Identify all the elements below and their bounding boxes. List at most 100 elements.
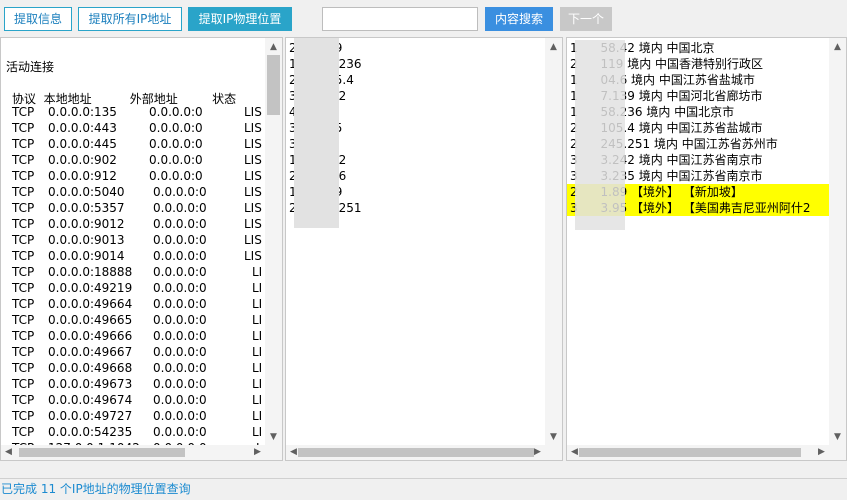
protocol-cell: TCP xyxy=(12,425,35,439)
scroll-up-icon[interactable]: ▲ xyxy=(546,40,561,54)
remote-address-cell: 0.0.0.0:0 xyxy=(153,265,207,279)
remote-address-cell: 0.0.0.0:0 xyxy=(153,233,207,247)
scroll-down-icon[interactable]: ▼ xyxy=(830,430,845,444)
next-button[interactable]: 下一个 xyxy=(560,7,612,31)
state-cell: LIS xyxy=(244,121,262,135)
protocol-cell: TCP xyxy=(12,217,35,231)
location-hscrollbar[interactable]: ◀ ▶ xyxy=(567,445,829,460)
state-cell: LIS xyxy=(244,137,262,151)
scroll-right-icon[interactable]: ▶ xyxy=(530,445,545,459)
state-cell: LI xyxy=(252,393,263,407)
protocol-cell: TCP xyxy=(12,393,35,407)
protocol-cell: TCP xyxy=(12,329,35,343)
extract-all-ips-button[interactable]: 提取所有IP地址 xyxy=(78,7,182,31)
local-address-cell: 0.0.0.0:902 xyxy=(48,153,117,167)
protocol-cell: TCP xyxy=(12,201,35,215)
scroll-thumb[interactable] xyxy=(267,55,280,115)
remote-address-cell: 0.0.0.0:0 xyxy=(149,137,203,151)
remote-address-cell: 0.0.0.0:0 xyxy=(149,121,203,135)
state-cell: LI xyxy=(252,329,263,343)
remote-address-cell: 0.0.0.0:0 xyxy=(149,169,203,183)
search-input[interactable] xyxy=(322,7,478,31)
ip-list-vscrollbar[interactable]: ▲ ▼ xyxy=(545,38,562,446)
scroll-thumb[interactable] xyxy=(19,448,185,457)
local-address-cell: 0.0.0.0:5357 xyxy=(48,201,125,215)
scroll-right-icon[interactable]: ▶ xyxy=(250,445,265,459)
remote-address-cell: 0.0.0.0:0 xyxy=(153,201,207,215)
remote-address-cell: 0.0.0.0:0 xyxy=(153,409,207,423)
remote-address-cell: 0.0.0.0:0 xyxy=(153,345,207,359)
state-cell: LIS xyxy=(244,201,262,215)
protocol-cell: TCP xyxy=(12,313,35,327)
protocol-cell: TCP xyxy=(12,345,35,359)
scroll-down-icon[interactable]: ▼ xyxy=(546,430,561,444)
connections-title: 活动连接 xyxy=(6,60,55,74)
local-address-cell: 0.0.0.0:49673 xyxy=(48,377,133,391)
state-cell: LI xyxy=(252,409,263,423)
protocol-cell: TCP xyxy=(12,281,35,295)
protocol-cell: TCP xyxy=(12,137,35,151)
scroll-right-icon[interactable]: ▶ xyxy=(814,445,829,459)
local-address-cell: 0.0.0.0:445 xyxy=(48,137,117,151)
remote-address-cell: 0.0.0.0:0 xyxy=(153,361,207,375)
remote-address-cell: 0.0.0.0:0 xyxy=(153,425,207,439)
state-cell: LIS xyxy=(244,169,262,183)
local-address-cell: 0.0.0.0:135 xyxy=(48,105,117,119)
protocol-cell: TCP xyxy=(12,249,35,263)
scroll-corner xyxy=(545,445,562,460)
scroll-up-icon[interactable]: ▲ xyxy=(266,40,281,54)
protocol-cell: TCP xyxy=(12,361,35,375)
local-address-cell: 0.0.0.0:18888 xyxy=(48,265,133,279)
extract-info-button[interactable]: 提取信息 xyxy=(4,7,72,31)
protocol-cell: TCP xyxy=(12,169,35,183)
protocol-cell: TCP xyxy=(12,121,35,135)
local-address-cell: 0.0.0.0:49666 xyxy=(48,329,133,343)
remote-address-cell: 0.0.0.0:0 xyxy=(153,377,207,391)
ip-list-hscrollbar[interactable]: ◀ ▶ xyxy=(286,445,545,460)
scroll-up-icon[interactable]: ▲ xyxy=(830,40,845,54)
remote-address-cell: 0.0.0.0:0 xyxy=(153,297,207,311)
local-address-cell: 0.0.0.0:49219 xyxy=(48,281,133,295)
local-address-cell: 0.0.0.0:49727 xyxy=(48,409,133,423)
state-cell: LI xyxy=(252,265,263,279)
scroll-thumb[interactable] xyxy=(298,448,534,457)
scroll-down-icon[interactable]: ▼ xyxy=(266,430,281,444)
state-cell: LI xyxy=(252,281,263,295)
search-button[interactable]: 内容搜索 xyxy=(485,7,553,31)
remote-address-cell: 0.0.0.0:0 xyxy=(153,185,207,199)
local-address-cell: 0.0.0.0:49668 xyxy=(48,361,133,375)
local-address-cell: 0.0.0.0:9013 xyxy=(48,233,125,247)
remote-address-cell: 0.0.0.0:0 xyxy=(153,313,207,327)
connections-hscrollbar[interactable]: ◀ ▶ xyxy=(1,445,265,460)
state-cell: LI xyxy=(252,361,263,375)
local-address-cell: 0.0.0.0:49674 xyxy=(48,393,133,407)
state-cell: LIS xyxy=(244,105,262,119)
location-vscrollbar[interactable]: ▲ ▼ xyxy=(829,38,846,446)
extract-location-button[interactable]: 提取IP物理位置 xyxy=(188,7,292,31)
local-address-cell: 0.0.0.0:49665 xyxy=(48,313,133,327)
state-cell: LIS xyxy=(244,217,262,231)
scroll-corner xyxy=(829,445,846,460)
state-cell: LI xyxy=(252,297,263,311)
scroll-corner xyxy=(265,445,282,460)
state-cell: LI xyxy=(252,425,263,439)
protocol-cell: TCP xyxy=(12,377,35,391)
protocol-cell: TCP xyxy=(12,297,35,311)
redaction-mask xyxy=(294,38,339,228)
protocol-cell: TCP xyxy=(12,105,35,119)
scroll-thumb[interactable] xyxy=(579,448,801,457)
protocol-cell: TCP xyxy=(12,265,35,279)
location-panel[interactable]: 1 58.42 境内 中国北京 2 119 境内 中国香港特别行政区 1 04.6 … xyxy=(566,37,847,461)
local-address-cell: 0.0.0.0:9014 xyxy=(48,249,125,263)
scroll-left-icon[interactable]: ◀ xyxy=(1,445,16,459)
connections-panel[interactable]: 活动连接 协议 本地地址 外部地址 状态 TCP 0.0.0.0:135 0.0.0… xyxy=(0,37,283,461)
remote-address-cell: 0.0.0.0:0 xyxy=(153,249,207,263)
state-cell: LIS xyxy=(244,153,262,167)
status-bar: 已完成 11 个IP地址的物理位置查询 xyxy=(0,478,847,499)
local-address-cell: 0.0.0.0:49664 xyxy=(48,297,133,311)
ip-list-panel[interactable]: 2 1191 58.2362 105.43 .2424 893 2353 951… xyxy=(285,37,563,461)
remote-address-cell: 0.0.0.0:0 xyxy=(153,329,207,343)
remote-address-cell: 0.0.0.0:0 xyxy=(153,281,207,295)
connections-vscrollbar[interactable]: ▲ ▼ xyxy=(265,38,282,446)
remote-address-cell: 0.0.0.0:0 xyxy=(149,153,203,167)
